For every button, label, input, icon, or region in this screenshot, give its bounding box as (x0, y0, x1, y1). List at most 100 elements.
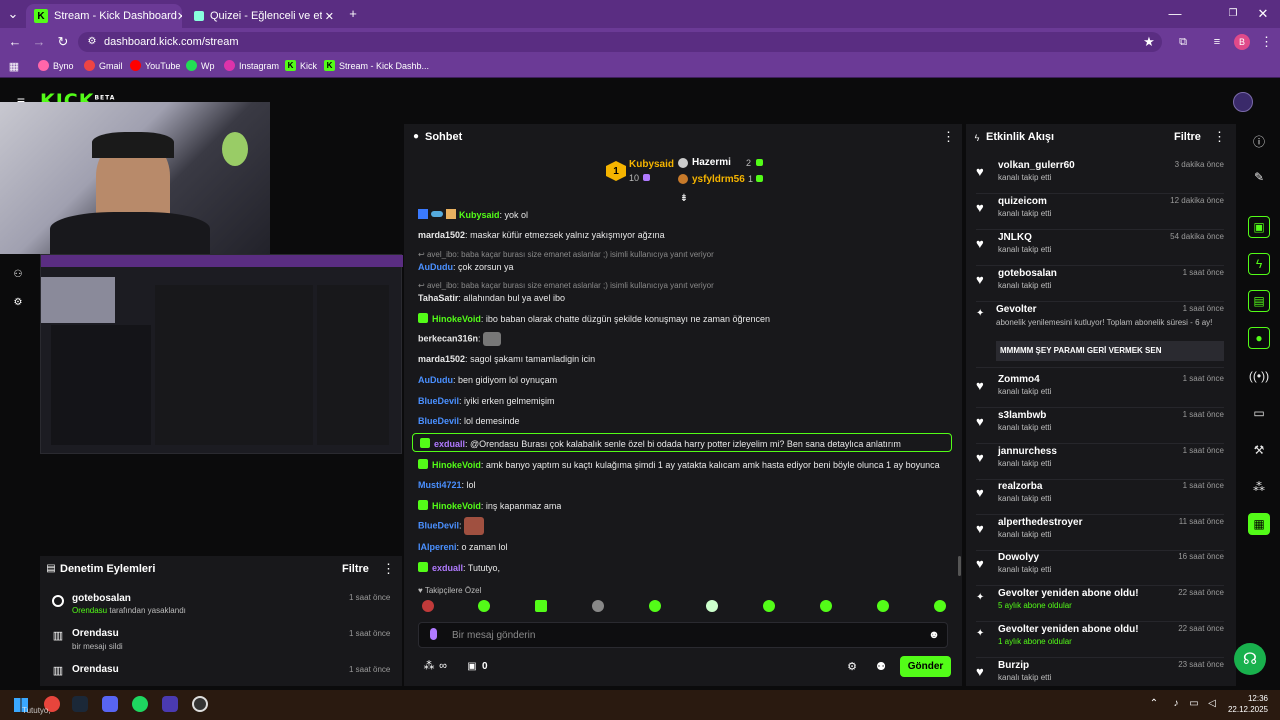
emote-icon[interactable] (763, 600, 775, 612)
mod-actor-user[interactable]: Orendasu (72, 628, 119, 639)
emote-icon[interactable] (422, 600, 434, 612)
reply-context[interactable]: ↩ avel_ibo: baba kaçar burası size emane… (418, 250, 714, 259)
chat-username[interactable]: TahaSatir (418, 293, 458, 303)
top-gifter-name[interactable]: Kubysaid (629, 159, 674, 170)
back-icon[interactable]: ← (8, 35, 22, 49)
reply-context[interactable]: ↩ avel_ibo: baba kaçar burası size emane… (418, 281, 714, 290)
spotify-taskbar-icon[interactable] (132, 696, 148, 712)
settings-icon[interactable]: ⚙ (12, 296, 24, 310)
chat-username[interactable]: Kubysaid (459, 210, 500, 220)
chat-input-placeholder[interactable]: Bir mesaj gönderin (452, 630, 535, 641)
microphone-tray-icon[interactable]: ♪ (1170, 697, 1182, 711)
emote-icon[interactable] (649, 600, 661, 612)
chat-message[interactable]: IAlpereni: o zaman lol (418, 542, 508, 552)
moderation-filter-button[interactable]: Filtre (342, 563, 369, 575)
chat-message[interactable]: BlueDevil: lol demesinde (418, 416, 520, 426)
menu-icon[interactable]: ⋮ (1260, 35, 1273, 49)
emote-icon[interactable] (535, 600, 547, 612)
chat-message[interactable]: Musti4721: lol (418, 480, 476, 490)
network-icon[interactable]: ▭ (1188, 697, 1200, 711)
activity-item-resub[interactable]: ✦ Gevolter yeniden abone oldu! 5 aylık abo… (976, 588, 1224, 622)
activity-user[interactable]: Gevolter (996, 304, 1037, 315)
close-icon[interactable]: ✕ (325, 10, 334, 23)
chat-menu-icon[interactable]: ⋮ (942, 130, 955, 144)
edit-icon[interactable]: ✎ (1248, 166, 1270, 188)
chat-message[interactable]: exduall: Tututyo, (418, 562, 500, 573)
bookmark-stream-dashboard[interactable]: K Stream - Kick Dashb... (324, 60, 429, 71)
activity-item[interactable]: ♥ Burzip kanalı takip etti 23 saat önce (976, 660, 1224, 684)
tab-quizei[interactable]: Quizei - Eğlenceli ve etkileşimli ✕ (186, 4, 342, 28)
chat-message[interactable]: marda1502: sagol şakamı tamamladigin ici… (418, 354, 595, 364)
activity-user[interactable]: Gevolter yeniden abone oldu! (998, 624, 1139, 635)
apps-grid-icon[interactable]: ▦ (8, 60, 20, 74)
reload-icon[interactable]: ↻ (56, 35, 70, 49)
leaderboard-collapse-icon[interactable]: ⇟ (678, 192, 690, 206)
chat-message[interactable]: HinokeVoid: amk banyo yaptım su kaçtı ku… (418, 459, 940, 470)
wrench-icon[interactable]: ⚒ (1248, 439, 1270, 461)
clock-date[interactable]: 22.12.2025 (1222, 705, 1268, 714)
user-avatar[interactable] (1233, 92, 1253, 112)
bookmark-wp[interactable]: Wp (186, 60, 215, 71)
chat-username[interactable]: BlueDevil (418, 520, 459, 530)
activity-user[interactable]: JNLKQ (998, 232, 1032, 243)
activity-user[interactable]: alperthedestroyer (998, 517, 1082, 528)
chat-scrollbar[interactable] (958, 556, 961, 576)
profile-avatar[interactable]: B (1234, 34, 1250, 50)
activity-item[interactable]: ♥ s3lambwb kanalı takip etti 1 saat önce (976, 410, 1224, 444)
minimize-icon[interactable]: — (1168, 7, 1182, 21)
activity-user[interactable]: jannurchess (998, 446, 1057, 457)
chat-username[interactable]: marda1502 (418, 354, 465, 364)
emote-icon[interactable] (706, 600, 718, 612)
chat-message[interactable]: marda1502: maskar küfür etmezsek yalnız … (418, 230, 665, 240)
activity-user[interactable]: s3lambwb (998, 410, 1046, 421)
activity-user[interactable]: Burzip (998, 660, 1029, 671)
app-launcher-icon[interactable]: ▦ (1248, 513, 1270, 535)
chat-message[interactable]: AuDudu: çok zorsun ya (418, 262, 514, 272)
chat-message[interactable]: Kubysaid: yok ol (418, 209, 528, 220)
chat-username[interactable]: IAlpereni (418, 542, 457, 552)
new-tab-icon[interactable]: + (346, 7, 360, 21)
activity-user[interactable]: gotebosalan (998, 268, 1057, 279)
media-icon[interactable]: ≡ (1210, 35, 1224, 49)
mod-actor[interactable]: Orendasu (72, 606, 107, 615)
chat-message[interactable]: berkecan316n: (418, 332, 502, 348)
activity-item[interactable]: ♥ jannurchess kanalı takip etti 1 saat önce (976, 446, 1224, 480)
site-info-icon[interactable]: ⚙ (86, 35, 98, 49)
bookmark-instagram[interactable]: Instagram (224, 60, 279, 71)
extensions-icon[interactable]: ⧉ (1176, 35, 1190, 49)
bookmark-gmail[interactable]: Gmail (84, 60, 123, 71)
third-gifter-name[interactable]: ysfyldrm56 (692, 174, 745, 185)
emote-icon[interactable] (478, 600, 490, 612)
valorant-taskbar-icon[interactable] (162, 696, 178, 712)
activity-toggle-icon[interactable]: ϟ (1248, 253, 1270, 275)
emote-icon[interactable] (592, 600, 604, 612)
infinity-icon[interactable]: ∞ (436, 659, 450, 673)
activity-user[interactable]: Gevolter yeniden abone oldu! (998, 588, 1139, 599)
forward-icon[interactable]: → (32, 35, 46, 49)
chat-username[interactable]: HinokeVoid (432, 460, 481, 470)
activity-filter-button[interactable]: Filtre (1174, 131, 1201, 143)
mod-target-user[interactable]: gotebosalan (72, 593, 131, 604)
clock-time[interactable]: 12:36 (1228, 694, 1268, 703)
chat-message[interactable]: HinokeVoid: inş kapanmaz ama (418, 500, 561, 511)
stream-preview-toggle-icon[interactable]: ▣ (1248, 216, 1270, 238)
chat-username[interactable]: Musti4721 (418, 480, 462, 490)
activity-user[interactable]: quizeicom (998, 196, 1047, 207)
activity-user[interactable]: Dowolyy (998, 552, 1039, 563)
close-icon[interactable]: ✕ (177, 10, 182, 23)
bookmark-youtube[interactable]: YouTube (130, 60, 180, 71)
microphone-icon[interactable] (430, 628, 437, 640)
chat-username[interactable]: AuDudu (418, 262, 453, 272)
chat-toggle-icon[interactable]: ● (1248, 327, 1270, 349)
chat-settings-icon[interactable]: ⚙ (846, 660, 858, 674)
chat-username[interactable]: HinokeVoid (432, 501, 481, 511)
nodes-icon[interactable]: ⁂ (1248, 476, 1270, 498)
emote-icon[interactable] (934, 600, 946, 612)
activity-item-resub[interactable]: ✦ Gevolter yeniden abone oldu! 1 aylık abo… (976, 624, 1224, 658)
broadcast-icon[interactable]: ((•)) (1248, 365, 1270, 387)
users-icon[interactable]: ⚇ (12, 268, 24, 282)
activity-item[interactable]: ♥ alperthedestroyer kanalı takip etti 11 sa… (976, 517, 1224, 551)
chat-message[interactable]: BlueDevil: iyiki erken gelmemişim (418, 396, 555, 406)
activity-item[interactable]: ♥ realzorba kanalı takip etti 1 saat önce (976, 481, 1224, 515)
activity-item-resub[interactable]: ✦ Gevolter abonelik yenilemesini kutluyo… (976, 304, 1224, 368)
